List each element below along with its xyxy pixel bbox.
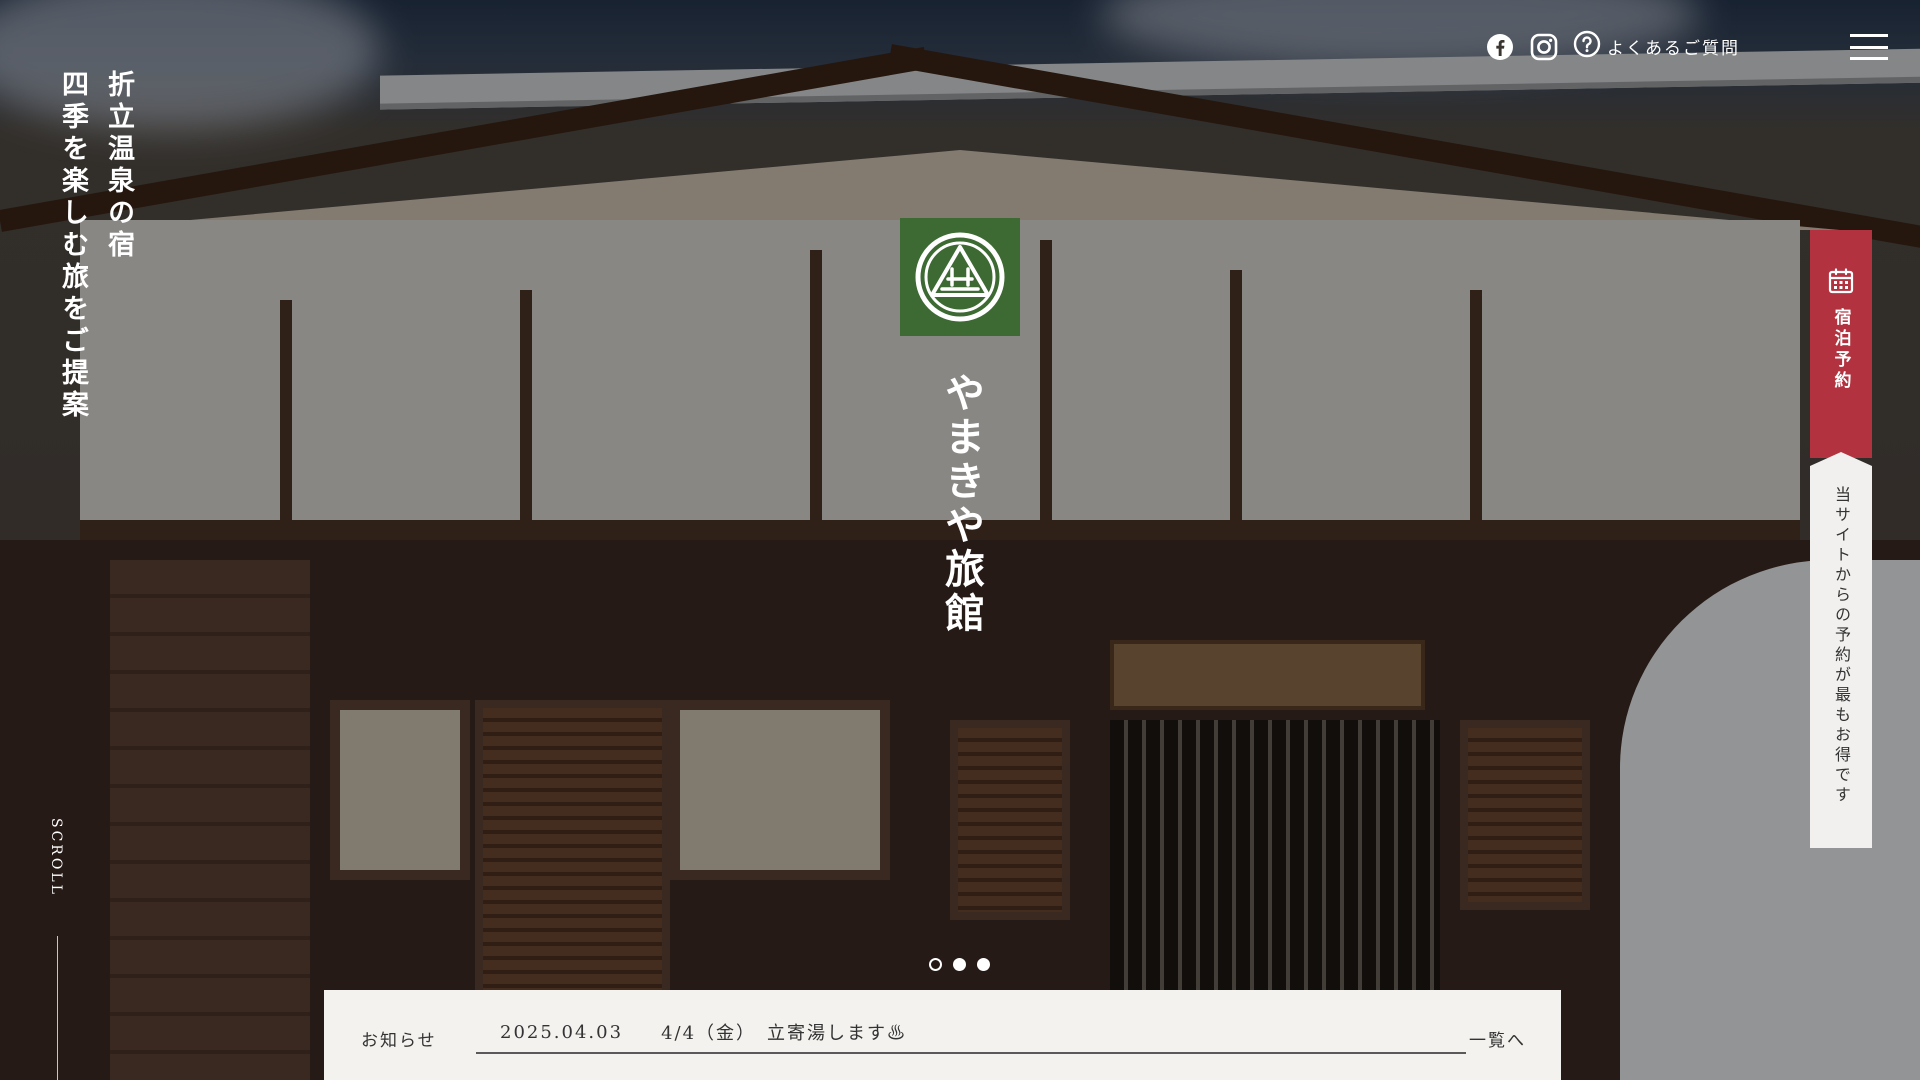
instagram-icon[interactable] [1529,32,1559,62]
slider-dot-3[interactable] [977,958,990,971]
scroll-line [57,936,58,1080]
slider-pagination [929,958,990,971]
brand-logo[interactable] [900,218,1020,336]
booking-note-text: 当サイトからの予約が最もお得です [1832,486,1851,806]
news-date: 2025.04.03 [500,1021,624,1043]
news-item[interactable]: 2025.04.03 4/4（金） 立寄湯します♨ [476,1012,1466,1054]
booking-note: 当サイトからの予約が最もお得です [1810,452,1872,848]
facebook-icon[interactable] [1485,32,1515,62]
news-more-link[interactable]: 一覧へ [1469,1026,1526,1051]
booking-button[interactable]: 宿泊予約 [1810,230,1872,458]
news-bar: お知らせ 2025.04.03 4/4（金） 立寄湯します♨ 一覧へ [324,990,1561,1080]
hamburger-menu-icon[interactable] [1850,34,1888,60]
header-nav: よくあるご質問 [1485,30,1740,63]
news-title: お知らせ [361,1031,437,1051]
slider-dot-1[interactable] [929,958,942,971]
booking-label: 宿泊予約 [1830,308,1851,392]
question-circle-icon [1573,30,1601,63]
catchcopy-line-2: 四季を楽しむ旅をご提案 [57,70,88,422]
calendar-icon [1828,268,1854,294]
yamakiya-crest-icon [915,232,1005,322]
slider-dot-2[interactable] [953,958,966,971]
scroll-label: SCROLL [48,818,64,897]
catchcopy-line-1: 折立温泉の宿 [103,70,134,262]
news-headline: 4/4（金） 立寄湯します♨ [661,1023,908,1044]
catchcopy: 折立温泉の宿 四季を楽しむ旅をご提案 [56,70,134,422]
brand-name: やまきや旅館 [938,372,985,636]
faq-link[interactable]: よくあるご質問 [1573,30,1740,63]
faq-label: よくあるご質問 [1607,39,1740,59]
